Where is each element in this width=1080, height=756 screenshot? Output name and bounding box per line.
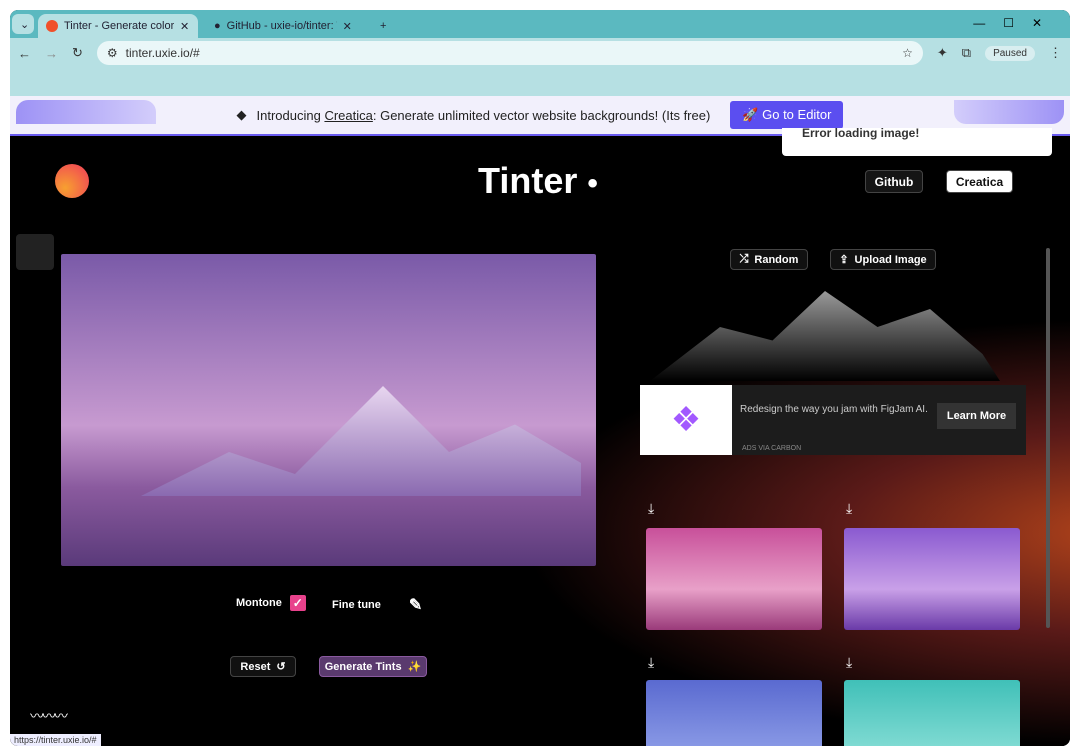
learn-more-button[interactable]: Learn More bbox=[937, 403, 1016, 429]
generate-tints-button[interactable]: Generate Tints ✨ bbox=[319, 656, 427, 677]
upload-icon: ⇪ bbox=[839, 254, 849, 266]
scrollbar[interactable] bbox=[1046, 248, 1050, 628]
download-icon[interactable]: ⤓ bbox=[846, 654, 852, 671]
zigzag-decoration: 〰〰〰 bbox=[30, 708, 68, 724]
download-icon[interactable]: ⤓ bbox=[648, 500, 654, 517]
back-icon[interactable]: ← bbox=[18, 46, 31, 61]
figma-logo-icon: ❖ bbox=[640, 385, 732, 455]
undo-icon: ↺ bbox=[276, 661, 286, 673]
fine-tune-option[interactable]: Fine tune ✎ bbox=[332, 595, 422, 615]
close-icon[interactable]: ✕ bbox=[343, 20, 352, 33]
tab-search-button[interactable]: ⌄ bbox=[12, 14, 34, 34]
main-page: Error loading image! Tinter • Github Cre… bbox=[10, 128, 1070, 746]
puzzle-icon[interactable]: ⧉ bbox=[962, 45, 971, 61]
tab-tinter[interactable]: Tinter - Generate color image✕ bbox=[38, 14, 198, 38]
tint-thumbnail-pink[interactable] bbox=[646, 528, 822, 630]
sidebar-app-icon[interactable] bbox=[16, 234, 54, 270]
go-to-editor-button[interactable]: 🚀 Go to Editor bbox=[730, 101, 844, 129]
profile-button[interactable]: Paused bbox=[985, 45, 1035, 61]
mountains-illustration bbox=[141, 386, 581, 496]
creatica-button[interactable]: Creatica bbox=[946, 170, 1013, 193]
mountains-graphic bbox=[650, 291, 1000, 381]
browser-window: ⌄ Tinter - Generate color image✕ ●GitHub… bbox=[10, 10, 1070, 746]
extension-icon[interactable]: ✦ bbox=[937, 45, 948, 61]
download-icon[interactable]: ⤓ bbox=[648, 654, 654, 671]
menu-icon[interactable]: ⋮ bbox=[1049, 45, 1062, 61]
close-icon[interactable]: ✕ bbox=[180, 20, 189, 33]
tab-bar: ⌄ Tinter - Generate color image✕ ●GitHub… bbox=[10, 10, 1070, 38]
forward-icon[interactable]: → bbox=[45, 46, 58, 61]
ads-via-carbon-link[interactable]: ADS VIA CARBON bbox=[742, 445, 801, 452]
reset-button[interactable]: Reset ↺ bbox=[230, 656, 296, 677]
window-controls[interactable]: —☐✕ bbox=[973, 16, 1060, 30]
reload-icon[interactable]: ↻ bbox=[72, 45, 83, 61]
tab-github[interactable]: ●GitHub - uxie-io/tinter: Tinter✕ bbox=[206, 14, 366, 38]
tint-thumbnail-teal[interactable] bbox=[844, 680, 1020, 746]
source-image[interactable] bbox=[61, 254, 596, 566]
banner-decoration-left bbox=[16, 100, 156, 124]
download-icon[interactable]: ⤓ bbox=[846, 500, 852, 517]
toolbar: ← → ↻ ⚙ tinter.uxie.io/# ☆ ✦ ⧉ Paused ⋮ bbox=[10, 38, 1070, 68]
tinter-favicon-icon bbox=[46, 20, 58, 32]
carbon-ad[interactable]: ❖ Redesign the way you jam with FigJam A… bbox=[640, 385, 1026, 455]
bookmarks-bar bbox=[10, 68, 1070, 96]
logo: Tinter • bbox=[478, 160, 598, 201]
monotone-option[interactable]: Montone ✓ bbox=[236, 595, 306, 611]
banner-decoration-right bbox=[954, 100, 1064, 124]
status-bar: https://tinter.uxie.io/# bbox=[10, 734, 101, 746]
github-button[interactable]: Github bbox=[865, 170, 923, 193]
shuffle-icon: ⤮ bbox=[739, 253, 749, 265]
upload-image-button[interactable]: ⇪ Upload Image bbox=[830, 249, 936, 270]
tint-thumbnail-blue[interactable] bbox=[646, 680, 822, 746]
site-info-icon[interactable]: ⚙ bbox=[107, 46, 118, 60]
github-icon: ● bbox=[214, 20, 221, 32]
magic-wand-icon: ✨ bbox=[407, 661, 422, 673]
address-bar[interactable]: ⚙ tinter.uxie.io/# ☆ bbox=[96, 41, 923, 65]
decorative-orb bbox=[55, 164, 89, 198]
monotone-checkbox[interactable]: ✓ bbox=[289, 595, 306, 611]
random-button[interactable]: ⤮ Random bbox=[730, 249, 808, 270]
bookmark-star-icon[interactable]: ☆ bbox=[902, 46, 913, 60]
creatica-logo-icon: ◆ bbox=[236, 107, 247, 122]
new-tab-button[interactable]: + bbox=[372, 14, 394, 38]
tint-thumbnail-violet[interactable] bbox=[844, 528, 1020, 630]
error-toast: Error loading image! bbox=[782, 128, 1052, 156]
pencil-icon[interactable]: ✎ bbox=[409, 595, 422, 615]
creatica-link[interactable]: Creatica bbox=[324, 108, 372, 123]
